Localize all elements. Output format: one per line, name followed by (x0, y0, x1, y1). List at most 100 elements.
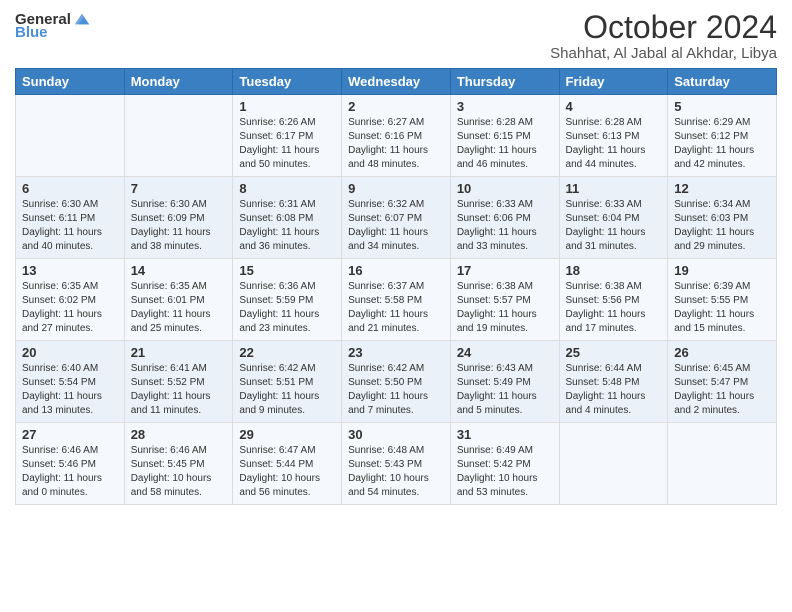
day-info: Sunrise: 6:46 AMSunset: 5:45 PMDaylight:… (131, 444, 227, 500)
day-number: 26 (674, 345, 770, 360)
day-number: 9 (348, 181, 444, 196)
day-number: 21 (131, 345, 227, 360)
day-info: Sunrise: 6:37 AMSunset: 5:58 PMDaylight:… (348, 280, 444, 336)
day-info: Sunrise: 6:42 AMSunset: 5:50 PMDaylight:… (348, 362, 444, 418)
day-number: 13 (22, 263, 118, 278)
calendar-cell: 29 Sunrise: 6:47 AMSunset: 5:44 PMDayligh… (233, 423, 342, 505)
day-info: Sunrise: 6:28 AMSunset: 6:15 PMDaylight:… (457, 116, 553, 172)
calendar-cell (559, 423, 668, 505)
day-number: 10 (457, 181, 553, 196)
day-number: 2 (348, 99, 444, 114)
calendar-cell: 20 Sunrise: 6:40 AMSunset: 5:54 PMDayligh… (16, 341, 125, 423)
page: General Blue October 2024 Shahhat, Al Ja… (0, 0, 792, 612)
week-row-3: 13Sunrise: 6:35 AMSunset: 6:02 PMDayligh… (16, 259, 777, 341)
calendar-cell: 10 Sunrise: 6:33 AMSunset: 6:06 PMDayligh… (450, 177, 559, 259)
day-number: 28 (131, 427, 227, 442)
day-info: Sunrise: 6:30 AMSunset: 6:11 PMDaylight:… (22, 198, 118, 254)
calendar-cell: 23 Sunrise: 6:42 AMSunset: 5:50 PMDayligh… (342, 341, 451, 423)
day-number: 12 (674, 181, 770, 196)
day-info: Sunrise: 6:34 AMSunset: 6:03 PMDaylight:… (674, 198, 770, 254)
day-info: Sunrise: 6:43 AMSunset: 5:49 PMDaylight:… (457, 362, 553, 418)
day-info: Sunrise: 6:41 AMSunset: 5:52 PMDaylight:… (131, 362, 227, 418)
day-number: 14 (131, 263, 227, 278)
location-title: Shahhat, Al Jabal al Akhdar, Libya (550, 45, 777, 62)
day-info: Sunrise: 6:32 AMSunset: 6:07 PMDaylight:… (348, 198, 444, 254)
weekday-header-monday: Monday (124, 69, 233, 95)
day-info: Sunrise: 6:33 AMSunset: 6:04 PMDaylight:… (566, 198, 662, 254)
calendar-cell: 26Sunrise: 6:45 AMSunset: 5:47 PMDayligh… (668, 341, 777, 423)
day-number: 31 (457, 427, 553, 442)
day-number: 27 (22, 427, 118, 442)
day-info: Sunrise: 6:49 AMSunset: 5:42 PMDaylight:… (457, 444, 553, 500)
weekday-header-thursday: Thursday (450, 69, 559, 95)
day-info: Sunrise: 6:44 AMSunset: 5:48 PMDaylight:… (566, 362, 662, 418)
calendar-cell (668, 423, 777, 505)
day-number: 18 (566, 263, 662, 278)
calendar-cell: 16 Sunrise: 6:37 AMSunset: 5:58 PMDayligh… (342, 259, 451, 341)
calendar-cell: 8Sunrise: 6:31 AMSunset: 6:08 PMDaylight… (233, 177, 342, 259)
logo-blue: Blue (15, 24, 48, 41)
calendar-cell: 30Sunrise: 6:48 AMSunset: 5:43 PMDayligh… (342, 423, 451, 505)
week-row-4: 20 Sunrise: 6:40 AMSunset: 5:54 PMDayligh… (16, 341, 777, 423)
calendar-header: SundayMondayTuesdayWednesdayThursdayFrid… (16, 69, 777, 95)
day-info: Sunrise: 6:46 AMSunset: 5:46 PMDaylight:… (22, 444, 118, 500)
calendar-cell: 18 Sunrise: 6:38 AMSunset: 5:56 PMDayligh… (559, 259, 668, 341)
day-info: Sunrise: 6:38 AMSunset: 5:56 PMDaylight:… (566, 280, 662, 336)
day-number: 19 (674, 263, 770, 278)
day-info: Sunrise: 6:47 AMSunset: 5:44 PMDaylight:… (239, 444, 335, 500)
calendar-cell: 27 Sunrise: 6:46 AMSunset: 5:46 PMDayligh… (16, 423, 125, 505)
calendar-cell: 28 Sunrise: 6:46 AMSunset: 5:45 PMDayligh… (124, 423, 233, 505)
day-number: 17 (457, 263, 553, 278)
day-number: 16 (348, 263, 444, 278)
day-number: 29 (239, 427, 335, 442)
day-number: 25 (566, 345, 662, 360)
calendar-cell: 3 Sunrise: 6:28 AMSunset: 6:15 PMDaylight… (450, 95, 559, 177)
calendar-cell: 19 Sunrise: 6:39 AMSunset: 5:55 PMDayligh… (668, 259, 777, 341)
day-info: Sunrise: 6:26 AMSunset: 6:17 PMDaylight:… (239, 116, 335, 172)
day-info: Sunrise: 6:30 AMSunset: 6:09 PMDaylight:… (131, 198, 227, 254)
day-info: Sunrise: 6:28 AMSunset: 6:13 PMDaylight:… (566, 116, 662, 172)
day-info: Sunrise: 6:33 AMSunset: 6:06 PMDaylight:… (457, 198, 553, 254)
day-number: 5 (674, 99, 770, 114)
day-info: Sunrise: 6:29 AMSunset: 6:12 PMDaylight:… (674, 116, 770, 172)
title-block: October 2024 Shahhat, Al Jabal al Akhdar… (550, 10, 777, 62)
day-number: 6 (22, 181, 118, 196)
day-number: 22 (239, 345, 335, 360)
weekday-header-sunday: Sunday (16, 69, 125, 95)
calendar-cell: 4Sunrise: 6:28 AMSunset: 6:13 PMDaylight… (559, 95, 668, 177)
day-info: Sunrise: 6:36 AMSunset: 5:59 PMDaylight:… (239, 280, 335, 336)
weekday-header-saturday: Saturday (668, 69, 777, 95)
week-row-2: 6 Sunrise: 6:30 AMSunset: 6:11 PMDaylight… (16, 177, 777, 259)
calendar-cell: 1 Sunrise: 6:26 AMSunset: 6:17 PMDaylight… (233, 95, 342, 177)
day-info: Sunrise: 6:35 AMSunset: 6:01 PMDaylight:… (131, 280, 227, 336)
week-row-1: 1 Sunrise: 6:26 AMSunset: 6:17 PMDaylight… (16, 95, 777, 177)
day-number: 3 (457, 99, 553, 114)
day-number: 15 (239, 263, 335, 278)
calendar-body: 1 Sunrise: 6:26 AMSunset: 6:17 PMDaylight… (16, 95, 777, 505)
calendar-cell (16, 95, 125, 177)
weekday-header-tuesday: Tuesday (233, 69, 342, 95)
calendar-cell: 2Sunrise: 6:27 AMSunset: 6:16 PMDaylight… (342, 95, 451, 177)
day-number: 20 (22, 345, 118, 360)
calendar-cell (124, 95, 233, 177)
logo: General Blue (15, 10, 91, 41)
day-info: Sunrise: 6:31 AMSunset: 6:08 PMDaylight:… (239, 198, 335, 254)
calendar-cell: 31 Sunrise: 6:49 AMSunset: 5:42 PMDayligh… (450, 423, 559, 505)
day-number: 24 (457, 345, 553, 360)
day-info: Sunrise: 6:42 AMSunset: 5:51 PMDaylight:… (239, 362, 335, 418)
calendar-cell: 15 Sunrise: 6:36 AMSunset: 5:59 PMDayligh… (233, 259, 342, 341)
calendar-cell: 9 Sunrise: 6:32 AMSunset: 6:07 PMDaylight… (342, 177, 451, 259)
day-number: 1 (239, 99, 335, 114)
day-number: 23 (348, 345, 444, 360)
week-row-5: 27 Sunrise: 6:46 AMSunset: 5:46 PMDayligh… (16, 423, 777, 505)
day-number: 7 (131, 181, 227, 196)
day-info: Sunrise: 6:48 AMSunset: 5:43 PMDaylight:… (348, 444, 444, 500)
calendar-cell: 24 Sunrise: 6:43 AMSunset: 5:49 PMDayligh… (450, 341, 559, 423)
weekday-header-friday: Friday (559, 69, 668, 95)
day-info: Sunrise: 6:39 AMSunset: 5:55 PMDaylight:… (674, 280, 770, 336)
calendar-cell: 6 Sunrise: 6:30 AMSunset: 6:11 PMDaylight… (16, 177, 125, 259)
weekday-row: SundayMondayTuesdayWednesdayThursdayFrid… (16, 69, 777, 95)
calendar-cell: 11Sunrise: 6:33 AMSunset: 6:04 PMDayligh… (559, 177, 668, 259)
day-info: Sunrise: 6:40 AMSunset: 5:54 PMDaylight:… (22, 362, 118, 418)
calendar-cell: 7 Sunrise: 6:30 AMSunset: 6:09 PMDaylight… (124, 177, 233, 259)
